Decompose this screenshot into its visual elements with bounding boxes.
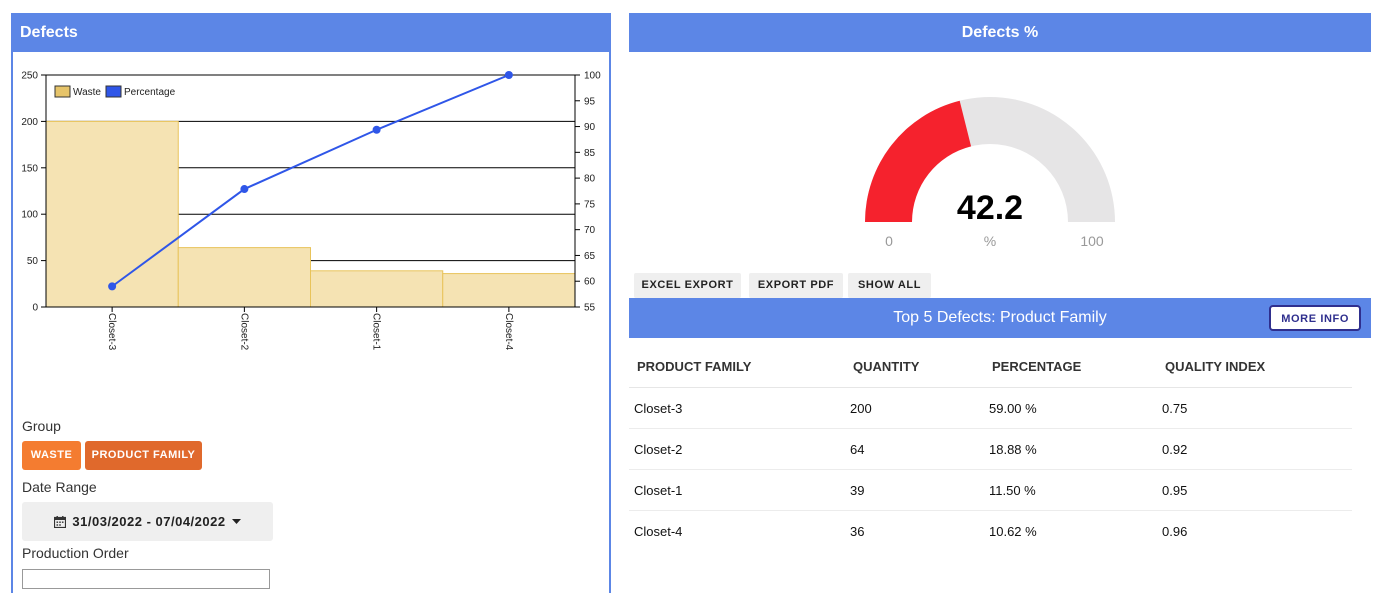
more-info-button[interactable]: MORE INFO: [1269, 305, 1361, 331]
y2-tick-label: 80: [584, 174, 596, 185]
table-cell: 18.88 %: [984, 428, 1157, 470]
table-header-row: PRODUCT FAMILY QUANTITY PERCENTAGE QUALI…: [629, 346, 1352, 388]
legend-label-percentage: Percentage: [124, 87, 176, 98]
legend-swatch-percentage: [105, 85, 122, 98]
percentage-point: [504, 71, 513, 79]
gauge-min: 0: [885, 233, 893, 249]
y2-tick-label: 100: [584, 71, 601, 82]
table-cell: Closet-3: [629, 387, 845, 429]
table-cell: Closet-2: [629, 428, 845, 470]
table-cell: Closet-1: [629, 469, 845, 511]
percentage-point: [372, 125, 381, 134]
x-tick-label: Closet-1: [371, 313, 382, 351]
defects-gauge: 42.2 % 0 100: [865, 97, 1115, 249]
y2-tick-label: 90: [584, 122, 596, 133]
y-tick-label: 50: [27, 256, 39, 267]
table-cell: 0.95: [1157, 469, 1352, 511]
column-header: PERCENTAGE: [984, 346, 1157, 388]
date-range-value: 31/03/2022 - 07/04/2022: [72, 514, 226, 529]
waste-bar: [310, 270, 444, 308]
y-tick-label: 200: [21, 117, 38, 128]
table-cell: 0.96: [1162, 523, 1188, 539]
product-family-button[interactable]: PRODUCT FAMILY: [85, 441, 202, 470]
gauge-fill: [865, 100, 972, 222]
y-tick-label: 150: [21, 163, 38, 174]
top5-table: PRODUCT FAMILY QUANTITY PERCENTAGE QUALI…: [629, 346, 1352, 551]
date-range-label: Date Range: [22, 479, 97, 495]
production-order-input[interactable]: [22, 569, 270, 589]
table-cell: 10.62 %: [989, 523, 1037, 539]
legend-label-waste: Waste: [73, 87, 101, 98]
y-tick-label: 0: [32, 303, 38, 314]
table-cell: 36: [850, 523, 865, 539]
top5-title: Top 5 Defects: Product Family: [893, 309, 1107, 326]
table-cell: 59.00 %: [984, 387, 1157, 429]
table-cell: 0.75: [1157, 387, 1352, 429]
y2-tick-label: 75: [584, 199, 596, 210]
defects-panel-title: Defects: [11, 13, 611, 52]
gauge-value: 42.2: [957, 189, 1023, 227]
table-row: Closet-4 36 10.62 % 0.96: [629, 511, 1352, 552]
y2-tick-label: 85: [584, 148, 596, 159]
x-tick-label: Closet-2: [238, 313, 249, 351]
table-cell: 39: [845, 469, 984, 511]
show-all-button[interactable]: SHOW ALL: [848, 273, 931, 298]
y2-tick-label: 70: [584, 225, 596, 236]
table-row: Closet-3 200 59.00 % 0.75: [629, 387, 1352, 429]
x-tick-label: Closet-4: [503, 313, 514, 351]
y2-tick-label: 60: [584, 277, 596, 288]
table-cell: 11.50 %: [984, 469, 1157, 511]
y-tick-label: 250: [21, 71, 38, 82]
date-range-picker[interactable]: 31/03/2022 - 07/04/2022: [22, 502, 273, 541]
excel-export-button[interactable]: EXCEL EXPORT: [634, 273, 741, 298]
defects-percent-title: Defects %: [629, 13, 1371, 52]
gauge-max: 100: [1080, 233, 1104, 249]
y2-tick-label: 95: [584, 96, 596, 107]
table-cell: 0.92: [1157, 428, 1352, 470]
table-cell: 200: [845, 387, 984, 429]
calendar-icon: [54, 515, 67, 528]
table-row: Closet-2 64 18.88 % 0.92: [629, 428, 1352, 470]
y2-tick-label: 55: [584, 303, 596, 314]
table-cell: 64: [845, 428, 984, 470]
table-cell: Closet-4: [634, 523, 683, 539]
pareto-chart: 0 50 100 150 200 250 55 60 65 70 75 80 85 90 95 100 Clos…: [21, 71, 601, 351]
legend-swatch-waste: [54, 85, 71, 98]
x-tick-label: Closet-3: [106, 313, 117, 351]
column-header: QUANTITY: [845, 346, 984, 388]
production-order-label: Production Order: [22, 545, 129, 561]
y-tick-label: 100: [21, 210, 38, 221]
top5-header: Top 5 Defects: Product Family MORE INFO: [629, 298, 1371, 338]
caret-down-icon: [231, 518, 241, 524]
waste-bar: [177, 247, 311, 308]
gauge-unit: %: [984, 233, 996, 249]
percentage-point: [108, 282, 117, 291]
export-pdf-button[interactable]: EXPORT PDF: [749, 273, 843, 298]
waste-bar: [442, 273, 576, 308]
waste-bar: [45, 120, 179, 308]
waste-button[interactable]: WASTE: [22, 441, 81, 470]
y2-tick-label: 65: [584, 251, 596, 262]
percentage-point: [240, 185, 249, 194]
column-header: PRODUCT FAMILY: [629, 346, 845, 388]
group-label: Group: [22, 418, 61, 434]
column-header: QUALITY INDEX: [1157, 346, 1352, 388]
table-row: Closet-1 39 11.50 % 0.95: [629, 469, 1352, 511]
